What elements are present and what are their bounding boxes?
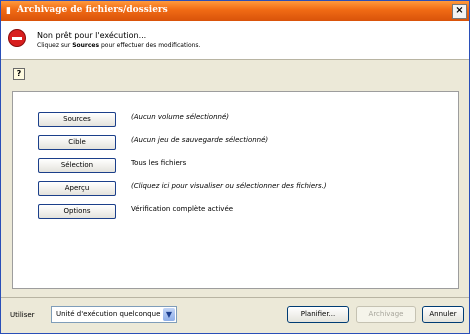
status-hint-suffix: pour effectuer des modifications.: [99, 42, 201, 49]
apercu-description[interactable]: (Cliquez ici pour visualiser ou sélectio…: [131, 182, 327, 190]
sources-button[interactable]: Sources: [38, 112, 116, 127]
title-bar[interactable]: ▮ Archivage de fichiers/dossiers ×: [1, 1, 469, 21]
row-cible: Cible (Aucun jeu de sauvegarde sélection…: [13, 135, 458, 151]
main-panel: Sources (Aucun volume sélectionné) Cible…: [12, 91, 459, 289]
selection-button[interactable]: Sélection: [38, 158, 116, 173]
selection-description: Tous les fichiers: [131, 159, 187, 167]
row-options: Options Vérification complète activée: [13, 204, 458, 220]
row-sources: Sources (Aucun volume sélectionné): [13, 112, 458, 128]
window-title: Archivage de fichiers/dossiers: [17, 5, 168, 15]
archive-window: ▮ Archivage de fichiers/dossiers × Non p…: [0, 0, 470, 334]
footer-divider: [1, 297, 469, 298]
sources-description: (Aucun volume sélectionné): [131, 113, 229, 121]
row-selection: Sélection Tous les fichiers: [13, 158, 458, 174]
annuler-button[interactable]: Annuler: [422, 306, 464, 323]
archivage-button[interactable]: Archivage: [356, 306, 416, 323]
row-apercu: Aperçu (Cliquez ici pour visualiser ou s…: [13, 181, 458, 197]
status-area: Non prêt pour l'exécution... Cliquez sur…: [1, 21, 469, 59]
status-hint-sources: Sources: [72, 42, 100, 49]
utiliser-label: Utiliser: [10, 311, 35, 319]
close-button[interactable]: ×: [452, 4, 467, 19]
status-title: Non prêt pour l'exécution...: [37, 31, 147, 40]
apercu-button[interactable]: Aperçu: [38, 181, 116, 196]
planifier-button[interactable]: Planifier...: [287, 306, 349, 323]
app-icon: ▮: [6, 6, 11, 16]
stop-icon: [8, 29, 26, 47]
execution-unit-value: Unité d'exécution quelconque: [56, 310, 161, 318]
help-icon[interactable]: ?: [13, 68, 25, 80]
cible-button[interactable]: Cible: [38, 135, 116, 150]
status-hint-prefix: Cliquez sur: [37, 42, 73, 49]
options-button[interactable]: Options: [38, 204, 116, 219]
cible-description: (Aucun jeu de sauvegarde sélectionné): [131, 136, 269, 144]
divider: [1, 59, 469, 60]
options-description: Vérification complète activée: [131, 205, 234, 213]
chevron-down-icon[interactable]: ▼: [163, 308, 175, 321]
status-hint: Cliquez sur Sources pour effectuer des m…: [37, 42, 200, 49]
execution-unit-select[interactable]: Unité d'exécution quelconque ▼: [51, 306, 177, 323]
